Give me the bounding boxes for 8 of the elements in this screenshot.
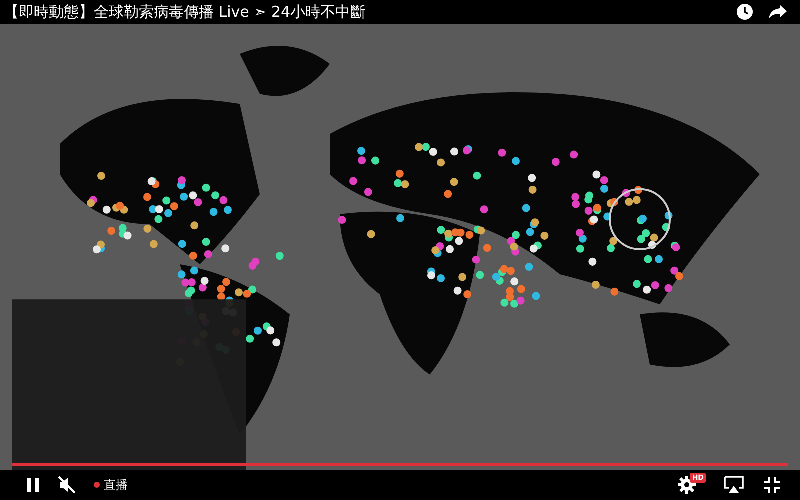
muted-speaker-icon[interactable] [58, 476, 76, 494]
clock-icon[interactable] [736, 3, 754, 21]
airplay-icon[interactable] [724, 476, 744, 494]
live-indicator[interactable]: 直播 [94, 476, 128, 494]
share-icon[interactable] [768, 4, 788, 20]
video-title[interactable]: 【即時動態】全球勒索病毒傳播 Live ➣ 24小時不中斷 [4, 2, 366, 22]
exit-fullscreen-icon[interactable] [764, 477, 780, 493]
pause-icon[interactable] [26, 477, 40, 493]
